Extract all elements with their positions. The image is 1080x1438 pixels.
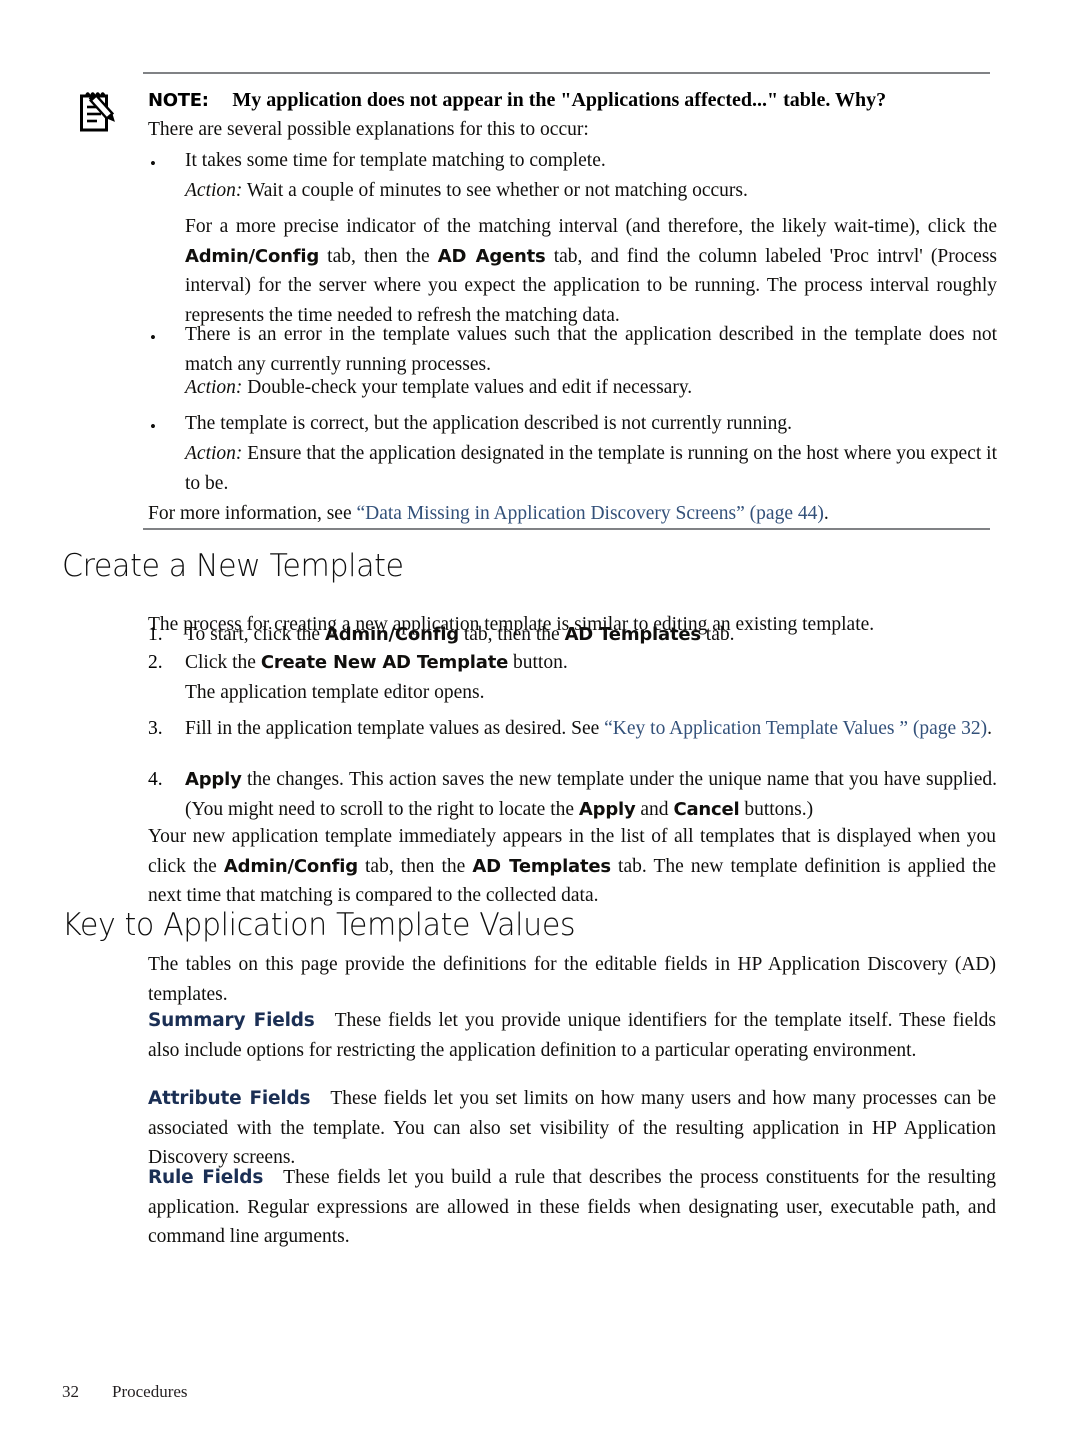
heading-key-to-application-template-values: Key to Application Template Values	[62, 907, 576, 943]
definition-rule-fields: Rule Fields These fields let you build a …	[148, 1163, 996, 1252]
admin-config-ref: Admin/Config	[324, 624, 459, 645]
admin-config-ref: Admin/Config	[185, 245, 320, 267]
note-more-information: For more information, see “Data Missing …	[148, 503, 829, 524]
definition-attribute-fields: Attribute Fields These fields let you set…	[148, 1084, 996, 1173]
apply-button-ref: Apply	[578, 798, 636, 820]
step-3-text: Fill in the application template values …	[185, 718, 992, 739]
bullet-marker: •	[150, 328, 156, 347]
note-label: NOTE:	[148, 90, 209, 111]
note-bullet-1-action: Action: Wait a couple of minutes to see …	[185, 176, 1000, 206]
note-top-divider	[143, 72, 990, 74]
apply-ref: Apply	[185, 769, 242, 790]
action-text: Ensure that the application designated i…	[185, 443, 997, 494]
page-footer: 32 Procedures	[62, 1382, 188, 1402]
step-2-subtext: The application template editor opens.	[185, 682, 485, 703]
bullet-marker: •	[150, 417, 156, 436]
ad-agents-ref: AD Agents	[437, 245, 546, 267]
definition-summary-fields: Summary Fields These fields let you provi…	[148, 1006, 996, 1065]
step-number-4: 4.	[148, 769, 163, 790]
note-bullet-1-followup: For a more precise indicator of the matc…	[185, 216, 998, 326]
admin-config-ref: Admin/Config	[223, 855, 358, 877]
step-number-2: 2.	[148, 652, 163, 673]
footer-section-name: Procedures	[112, 1382, 188, 1401]
ad-templates-ref: AD Templates	[472, 855, 611, 877]
document-page: NOTE: My application does not appear in …	[0, 0, 1080, 1438]
action-text: Wait a couple of minutes to see whether …	[242, 180, 748, 201]
bullet-marker: •	[150, 154, 156, 173]
note-bullet-2-text: There is an error in the template values…	[185, 324, 997, 375]
step-2-text: Click the Create New AD Template button.	[185, 652, 568, 673]
xref-link-data-missing[interactable]: “Data Missing in Application Discovery S…	[357, 503, 745, 524]
action-label: Action:	[185, 180, 243, 201]
xref-page-ref[interactable]: (page 44)	[745, 503, 824, 524]
create-template-outro: Your new application template immediatel…	[148, 826, 997, 907]
step-1-text: To start, click the Admin/Config tab, th…	[185, 624, 735, 645]
create-new-ad-template-button-ref: Create New AD Template	[260, 652, 509, 673]
cancel-button-ref: Cancel	[673, 798, 740, 820]
rule-fields-text: These fields let you build a rule that d…	[148, 1167, 996, 1248]
note-bullet-3-action: Action: Ensure that the application desi…	[185, 439, 997, 498]
ad-templates-ref: AD Templates	[564, 624, 702, 645]
step-number-1: 1.	[148, 624, 163, 645]
note-heading: NOTE: My application does not appear in …	[148, 86, 998, 115]
note-bullet-3-text: The template is correct, but the applica…	[185, 413, 793, 434]
note-bottom-divider	[143, 528, 990, 530]
step-4-text: Apply the changes. This action saves the…	[185, 769, 997, 820]
note-intro: There are several possible explanations …	[148, 119, 589, 140]
note-title: My application does not appear in the "A…	[232, 89, 887, 111]
summary-fields-label: Summary Fields	[148, 1010, 315, 1031]
footer-page-number: 32	[62, 1382, 79, 1401]
note-bullet-2-action: Action: Double-check your template value…	[185, 373, 1000, 403]
rule-fields-label: Rule Fields	[148, 1167, 264, 1188]
note-pencil-icon	[80, 92, 115, 132]
xref-link-key-to-template-values[interactable]: “Key to Application Template Values ” (p…	[604, 718, 987, 739]
action-label: Action:	[185, 443, 243, 464]
note-bullet-1-text: It takes some time for template matching…	[185, 150, 606, 171]
action-text: Double-check your template values and ed…	[242, 377, 693, 398]
step-number-3: 3.	[148, 718, 163, 739]
heading-create-a-new-template: Create a New Template	[62, 548, 404, 584]
action-label: Action:	[185, 377, 243, 398]
attribute-fields-label: Attribute Fields	[148, 1088, 311, 1109]
key-values-intro: The tables on this page provide the defi…	[148, 954, 996, 1005]
